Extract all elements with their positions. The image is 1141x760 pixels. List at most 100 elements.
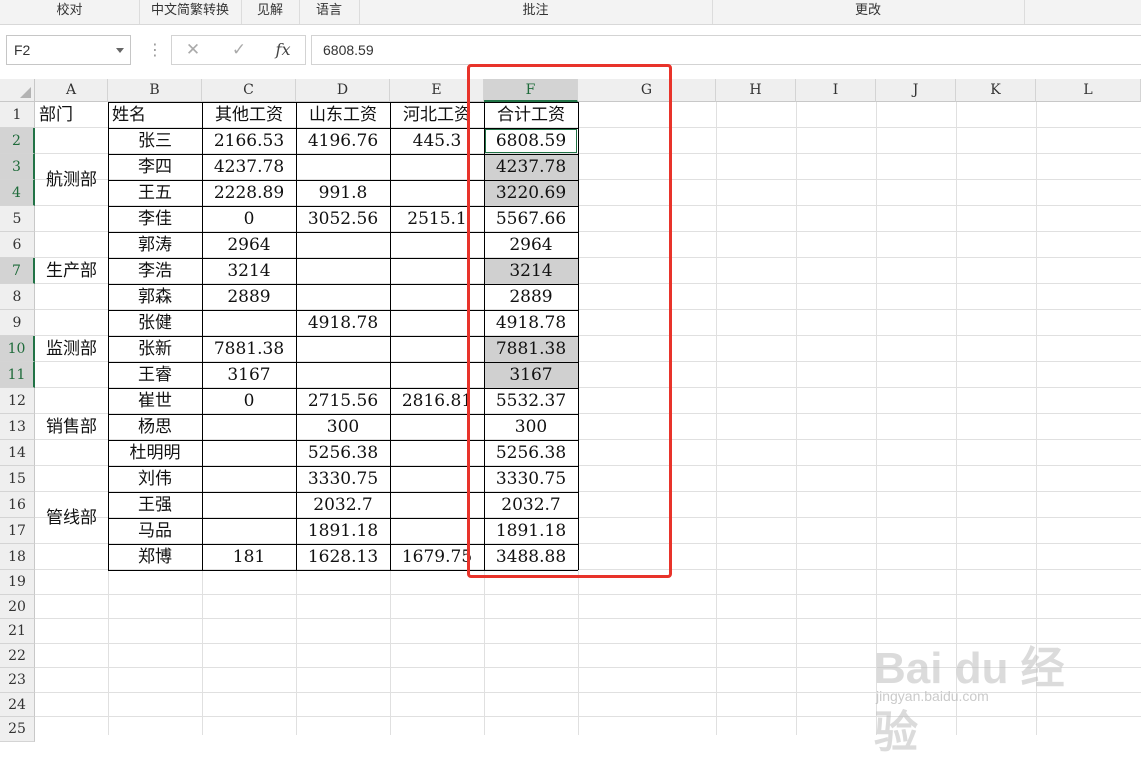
row-header-14[interactable]: 14: [0, 440, 35, 466]
name-cell[interactable]: 李浩: [108, 258, 202, 284]
row-header-9[interactable]: 9: [0, 310, 35, 336]
row-header-25[interactable]: 25: [0, 717, 35, 742]
shandong-pay-cell[interactable]: 1628.13: [296, 544, 390, 570]
other-pay-cell[interactable]: [202, 518, 296, 544]
other-pay-cell[interactable]: [202, 440, 296, 466]
name-cell[interactable]: 王睿: [108, 362, 202, 388]
ribbon-group-insights[interactable]: 见解: [241, 0, 300, 24]
header-name[interactable]: 姓名: [108, 102, 202, 128]
other-pay-cell[interactable]: 4237.78: [202, 154, 296, 180]
row-header-10[interactable]: 10: [0, 336, 35, 362]
header-other-pay[interactable]: 其他工资: [202, 102, 296, 128]
row-header-5[interactable]: 5: [0, 206, 35, 232]
select-all-corner[interactable]: [0, 79, 35, 102]
cancel-icon[interactable]: ✕: [178, 39, 208, 61]
name-cell[interactable]: 李佳: [108, 206, 202, 232]
name-cell[interactable]: 郑博: [108, 544, 202, 570]
column-header-a[interactable]: A: [35, 79, 108, 102]
shandong-pay-cell[interactable]: [296, 258, 390, 284]
name-cell[interactable]: 郭涛: [108, 232, 202, 258]
department-cell[interactable]: 生产部: [35, 232, 108, 310]
row-header-2[interactable]: 2: [0, 128, 35, 154]
ribbon-group-comments[interactable]: 批注: [359, 0, 713, 24]
other-pay-cell[interactable]: [202, 414, 296, 440]
department-cell[interactable]: 销售部: [35, 388, 108, 466]
other-pay-cell[interactable]: [202, 492, 296, 518]
shandong-pay-cell[interactable]: 4918.78: [296, 310, 390, 336]
row-header-6[interactable]: 6: [0, 232, 35, 258]
other-pay-cell[interactable]: 3214: [202, 258, 296, 284]
insert-function-icon[interactable]: fx: [268, 39, 298, 61]
column-header-k[interactable]: K: [956, 79, 1036, 102]
more-vertical-icon[interactable]: ⋮: [147, 39, 163, 61]
row-header-19[interactable]: 19: [0, 570, 35, 595]
shandong-pay-cell[interactable]: 2032.7: [296, 492, 390, 518]
row-header-16[interactable]: 16: [0, 492, 35, 518]
row-header-21[interactable]: 21: [0, 619, 35, 644]
shandong-pay-cell[interactable]: 5256.38: [296, 440, 390, 466]
department-cell[interactable]: 管线部: [35, 466, 108, 570]
row-header-23[interactable]: 23: [0, 668, 35, 693]
other-pay-cell[interactable]: 2228.89: [202, 180, 296, 206]
row-header-20[interactable]: 20: [0, 594, 35, 619]
row-header-8[interactable]: 8: [0, 284, 35, 310]
column-header-b[interactable]: B: [108, 79, 202, 102]
row-header-24[interactable]: 24: [0, 692, 35, 717]
shandong-pay-cell[interactable]: 4196.76: [296, 128, 390, 154]
name-cell[interactable]: 王强: [108, 492, 202, 518]
other-pay-cell[interactable]: [202, 466, 296, 492]
row-header-22[interactable]: 22: [0, 643, 35, 668]
shandong-pay-cell[interactable]: [296, 284, 390, 310]
enter-icon[interactable]: ✓: [224, 39, 254, 61]
row-header-4[interactable]: 4: [0, 180, 35, 206]
shandong-pay-cell[interactable]: [296, 232, 390, 258]
column-header-d[interactable]: D: [296, 79, 390, 102]
name-cell[interactable]: 王五: [108, 180, 202, 206]
name-cell[interactable]: 杜明明: [108, 440, 202, 466]
shandong-pay-cell[interactable]: 3052.56: [296, 206, 390, 232]
row-header-15[interactable]: 15: [0, 466, 35, 492]
column-header-j[interactable]: J: [876, 79, 956, 102]
shandong-pay-cell[interactable]: 991.8: [296, 180, 390, 206]
name-cell[interactable]: 崔世: [108, 388, 202, 414]
shandong-pay-cell[interactable]: 300: [296, 414, 390, 440]
name-cell[interactable]: 张新: [108, 336, 202, 362]
name-box[interactable]: F2: [6, 35, 131, 65]
other-pay-cell[interactable]: 0: [202, 206, 296, 232]
name-cell[interactable]: 杨思: [108, 414, 202, 440]
ribbon-group-changes[interactable]: 更改: [712, 0, 1025, 24]
ribbon-group-chinese-conversion[interactable]: 中文简繁转换: [139, 0, 242, 24]
row-header-17[interactable]: 17: [0, 518, 35, 544]
other-pay-cell[interactable]: 2964: [202, 232, 296, 258]
ribbon-group-proofing[interactable]: 校对: [0, 0, 140, 24]
row-header-18[interactable]: 18: [0, 544, 35, 570]
column-header-h[interactable]: H: [716, 79, 796, 102]
row-header-7[interactable]: 7: [0, 258, 35, 284]
ribbon-group-language[interactable]: 语言: [299, 0, 360, 24]
shandong-pay-cell[interactable]: 3330.75: [296, 466, 390, 492]
other-pay-cell[interactable]: 2889: [202, 284, 296, 310]
other-pay-cell[interactable]: 2166.53: [202, 128, 296, 154]
column-header-c[interactable]: C: [202, 79, 296, 102]
shandong-pay-cell[interactable]: 1891.18: [296, 518, 390, 544]
department-cell[interactable]: 航测部: [35, 128, 108, 232]
department-cell[interactable]: 监测部: [35, 310, 108, 388]
name-cell[interactable]: 马品: [108, 518, 202, 544]
formula-input[interactable]: 6808.59: [311, 35, 1141, 65]
shandong-pay-cell[interactable]: 2715.56: [296, 388, 390, 414]
row-header-11[interactable]: 11: [0, 362, 35, 388]
name-cell[interactable]: 刘伟: [108, 466, 202, 492]
column-header-i[interactable]: I: [796, 79, 876, 102]
header-shandong-pay[interactable]: 山东工资: [296, 102, 390, 128]
other-pay-cell[interactable]: 181: [202, 544, 296, 570]
row-header-13[interactable]: 13: [0, 414, 35, 440]
row-header-3[interactable]: 3: [0, 154, 35, 180]
column-header-l[interactable]: L: [1036, 79, 1141, 102]
chevron-down-icon[interactable]: [116, 48, 124, 53]
other-pay-cell[interactable]: 3167: [202, 362, 296, 388]
shandong-pay-cell[interactable]: [296, 154, 390, 180]
other-pay-cell[interactable]: 7881.38: [202, 336, 296, 362]
name-cell[interactable]: 张健: [108, 310, 202, 336]
shandong-pay-cell[interactable]: [296, 336, 390, 362]
header-department[interactable]: 部门: [35, 102, 108, 128]
